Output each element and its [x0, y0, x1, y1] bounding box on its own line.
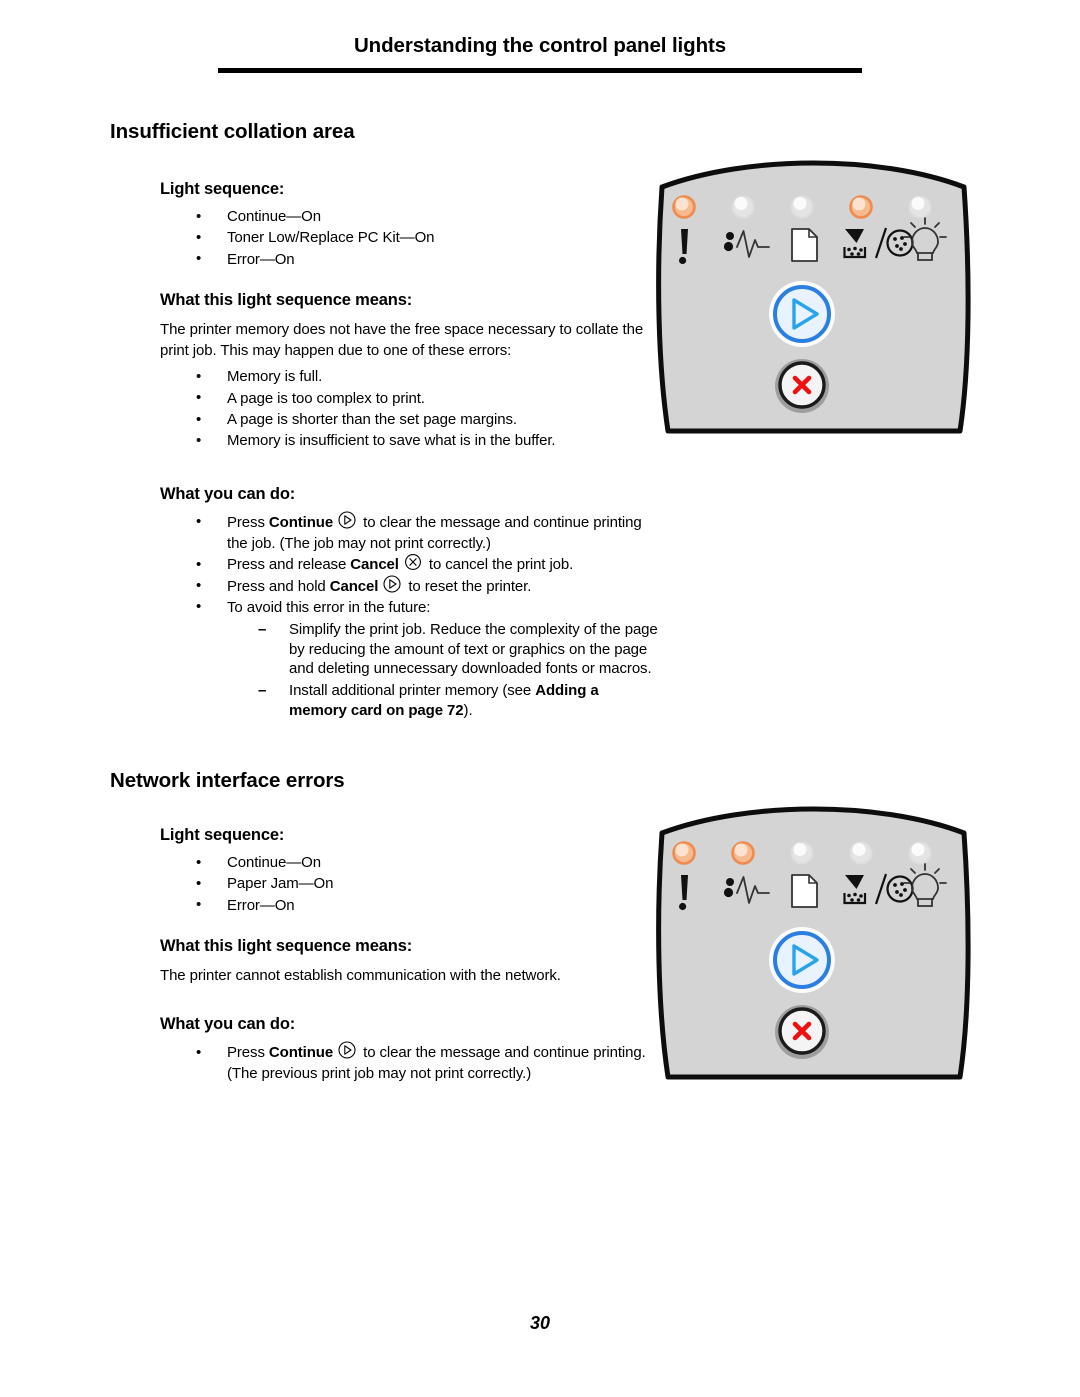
list-item: Press and release Cancel to cancel the pr…: [160, 554, 660, 576]
means-text-1: The printer memory does not have the fre…: [160, 320, 644, 360]
list-item: A page is shorter than the set page marg…: [160, 409, 660, 431]
section-2-body: Light sequence: Continue—On Paper Jam—On…: [160, 826, 660, 1085]
install-memory-tail: ).: [463, 701, 473, 719]
section-heading-network-interface-errors: Network interface errors: [110, 769, 345, 792]
list-item: Continue—On: [160, 205, 660, 227]
list-item: Press Continueto clear the message and c…: [160, 1041, 660, 1085]
means-bullets-1: Memory is full. A page is too complex to…: [160, 366, 660, 451]
list-item: To avoid this error in the future:: [160, 596, 660, 618]
list-item: Install additional printer memory (see A…: [222, 681, 660, 720]
error-led: [672, 195, 696, 219]
paper-icon: [791, 228, 818, 262]
means-label-2: What this light sequence means:: [160, 936, 413, 955]
section-1-body: Light sequence: Continue—On Toner Low/Re…: [160, 180, 660, 720]
continue-key-label: Continue: [268, 513, 334, 531]
list-item: Error—On: [160, 248, 660, 270]
list-item: Error—On: [160, 894, 660, 916]
press-continue-pre: Press: [227, 1044, 269, 1062]
continue-icon: [337, 511, 357, 529]
press-release-pre: Press and release: [227, 556, 351, 574]
load-paper-led: [790, 841, 814, 865]
cancel-icon: [403, 554, 423, 571]
light-sequence-list-2: Continue—On Paper Jam—On Error—On: [160, 851, 660, 916]
list-item: Paper Jam—On: [160, 873, 660, 895]
list-item: Press Continueto clear the message and c…: [160, 511, 660, 555]
control-panel-diagram-2: [648, 789, 978, 1089]
list-item: Memory is insufficient to save what is i…: [160, 430, 660, 452]
page-number: 30: [529, 1313, 551, 1333]
document-page: Understanding the control panel lights I…: [0, 0, 1080, 1397]
toner-low-led: [849, 195, 873, 219]
continue-icon: [382, 575, 402, 593]
avoid-items-list: Simplify the print job. Reduce the compl…: [160, 620, 660, 720]
actions-label-2: What you can do:: [160, 1015, 296, 1034]
cancel-key-label: Cancel: [329, 577, 379, 595]
ready-led: [908, 841, 932, 865]
means-text-2: The printer cannot establish communicati…: [160, 966, 561, 984]
light-sequence-list-1: Continue—On Toner Low/Replace PC Kit—On …: [160, 205, 660, 270]
paper-icon: [791, 874, 818, 908]
press-continue-pre: Press: [227, 513, 269, 531]
cancel-key-label: Cancel: [350, 556, 399, 574]
ready-led: [908, 195, 932, 219]
section-heading-insufficient-collation-area: Insufficient collation area: [110, 120, 355, 143]
list-item: Press and hold Cancel to reset the printe…: [160, 575, 660, 597]
list-item: Continue—On: [160, 851, 660, 873]
header-rule: [218, 68, 862, 73]
continue-button: [769, 927, 835, 993]
toner-low-led: [849, 841, 873, 865]
continue-key-label: Continue: [268, 1044, 334, 1062]
install-memory-pre: Install additional printer memory (see: [289, 681, 536, 699]
cancel-button: [775, 1005, 829, 1059]
list-item: A page is too complex to print.: [160, 387, 660, 409]
paper-jam-led: [731, 195, 755, 219]
continue-icon: [337, 1041, 357, 1059]
light-sequence-label-1: Light sequence:: [160, 180, 285, 198]
continue-button: [769, 281, 835, 347]
press-hold-post: to reset the printer.: [408, 577, 532, 595]
list-item: Memory is full.: [160, 366, 660, 388]
list-item: Toner Low/Replace PC Kit—On: [160, 227, 660, 249]
error-led: [672, 841, 696, 865]
paper-jam-led: [731, 841, 755, 865]
actions-list-2: Press Continueto clear the message and c…: [160, 1041, 660, 1085]
press-release-post: to cancel the print job.: [428, 556, 574, 574]
means-label-1: What this light sequence means:: [160, 290, 413, 309]
running-header: Understanding the control panel lights: [353, 34, 727, 57]
light-sequence-label-2: Light sequence:: [160, 826, 285, 844]
list-item: Simplify the print job. Reduce the compl…: [222, 620, 660, 679]
press-hold-pre: Press and hold: [227, 577, 330, 595]
cancel-button: [775, 359, 829, 413]
actions-list-1: Press Continueto clear the message and c…: [160, 511, 660, 618]
actions-label-1: What you can do:: [160, 484, 296, 503]
control-panel-diagram-1: [648, 143, 978, 443]
load-paper-led: [790, 195, 814, 219]
